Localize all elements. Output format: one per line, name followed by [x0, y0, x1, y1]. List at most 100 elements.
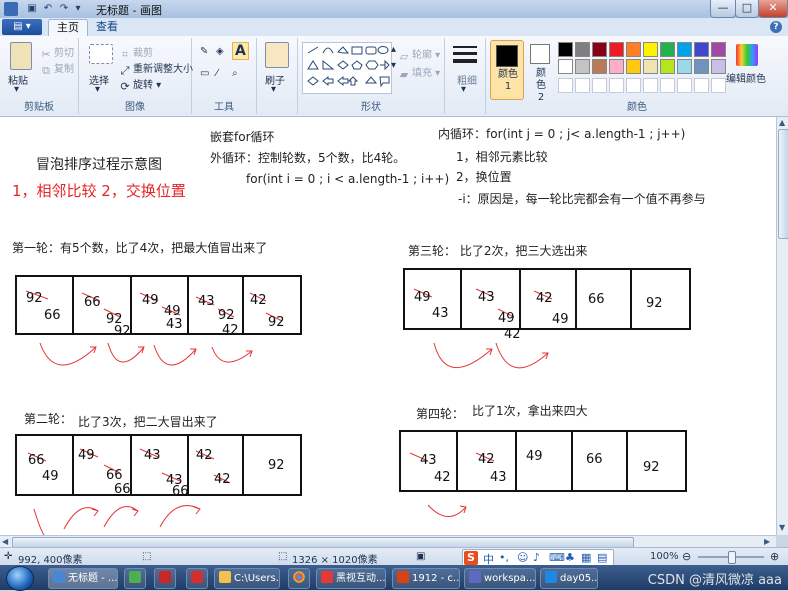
custom-color-swatch[interactable] [609, 78, 624, 93]
paste-icon[interactable] [10, 42, 32, 70]
tab-view[interactable]: 查看 [88, 19, 126, 36]
close-button[interactable]: ✕ [758, 0, 788, 18]
crop-button[interactable]: ⌗ 裁剪 [119, 44, 153, 61]
color2-swatch[interactable] [530, 44, 550, 64]
palette-color-swatch[interactable] [677, 42, 692, 57]
palette-color-swatch[interactable] [575, 42, 590, 57]
palette-color-swatch[interactable] [575, 59, 590, 74]
magnifier-icon[interactable]: ⌕ [232, 68, 238, 79]
taskbar-item-app1[interactable] [124, 568, 146, 589]
custom-color-swatch[interactable] [592, 78, 607, 93]
tab-home[interactable]: 主页 [48, 19, 88, 37]
zoom-slider-thumb[interactable] [728, 551, 736, 564]
taskbar-item-app3[interactable] [186, 568, 208, 589]
ime-skin-icon[interactable]: ♣ [565, 551, 575, 564]
undo-icon[interactable]: ↶ [42, 3, 54, 15]
brushes-dropdown-icon[interactable]: ▾ [271, 84, 276, 95]
paint-app-icon[interactable] [4, 2, 18, 16]
palette-color-swatch[interactable] [660, 59, 675, 74]
minimize-button[interactable]: — [710, 0, 736, 18]
palette-color-swatch[interactable] [643, 59, 658, 74]
custom-color-swatch[interactable] [643, 78, 658, 93]
size-line-icon[interactable] [453, 46, 477, 48]
palette-color-swatch[interactable] [694, 59, 709, 74]
size-button[interactable]: 粗细 [457, 72, 477, 87]
zoom-out-button[interactable]: ⊖ [682, 550, 691, 563]
fill-bucket-icon[interactable]: ◈ [216, 46, 224, 57]
ime-punctuation-icon[interactable]: •, [499, 551, 509, 564]
palette-color-swatch[interactable] [711, 59, 726, 74]
color1-button[interactable]: 颜色 1 [490, 40, 524, 100]
palette-color-swatch[interactable] [694, 42, 709, 57]
size-line-icon[interactable] [453, 59, 477, 63]
select-dropdown-icon[interactable]: ▾ [95, 84, 100, 95]
custom-color-swatch[interactable] [677, 78, 692, 93]
taskbar-item-1912[interactable]: 1912 - c... [392, 568, 460, 589]
cut-button[interactable]: ✂ 剪切 [40, 44, 74, 61]
palette-color-swatch[interactable] [626, 42, 641, 57]
custom-color-swatch[interactable] [626, 78, 641, 93]
custom-color-swatch[interactable] [694, 78, 709, 93]
taskbar-item-day05[interactable]: day05... [540, 568, 598, 589]
brush-icon[interactable] [265, 42, 289, 68]
ime-keyboard-icon[interactable]: ⌨ [549, 551, 565, 564]
taskbar-item-explorer[interactable]: C:\Users... [214, 568, 280, 589]
palette-color-swatch[interactable] [609, 42, 624, 57]
zoom-in-button[interactable]: ⊕ [770, 550, 779, 563]
scroll-left-icon[interactable]: ◀ [2, 537, 8, 546]
ime-toolbox-icon[interactable]: ▦ [581, 551, 591, 564]
select-icon[interactable] [89, 44, 113, 64]
taskbar-item-video[interactable]: 黑视互动... [316, 568, 386, 589]
size-dropdown-icon[interactable]: ▾ [461, 84, 466, 95]
paint-menu-button[interactable]: ▤ ▾ [2, 19, 42, 35]
custom-color-swatch[interactable] [575, 78, 590, 93]
quick-access-dropdown-icon[interactable]: ▾ [72, 3, 84, 15]
scroll-down-icon[interactable]: ▼ [779, 523, 785, 532]
rotate-button[interactable]: ⟳ 旋转 ▾ [119, 76, 161, 93]
vertical-scrollbar[interactable]: ▲ ▼ [776, 117, 788, 535]
edit-colors-button[interactable]: 编辑颜色 [726, 70, 766, 85]
shapes-gallery[interactable] [302, 42, 392, 94]
help-icon[interactable]: ? [770, 21, 782, 33]
palette-color-swatch[interactable] [558, 59, 573, 74]
taskbar-item-paint[interactable]: 无标题 - ... [48, 568, 118, 589]
outline-button[interactable]: ▱ 轮廓 ▾ [398, 46, 440, 63]
ime-settings-icon[interactable]: ▤ [597, 551, 607, 564]
text-tool-icon[interactable]: A [232, 42, 249, 60]
taskbar-item-chrome[interactable] [288, 568, 310, 589]
custom-color-swatch[interactable] [558, 78, 573, 93]
shapes-scroll-down-icon[interactable]: ▾ [391, 60, 396, 71]
taskbar-item-workspace[interactable]: workspa... [464, 568, 536, 589]
resize-button[interactable]: ⤢ 重新调整大小 [119, 60, 193, 77]
palette-color-swatch[interactable] [609, 59, 624, 74]
color-picker-icon[interactable]: ⁄ [216, 68, 218, 79]
scroll-right-icon[interactable]: ▶ [764, 537, 770, 546]
pencil-icon[interactable]: ✎ [200, 46, 208, 57]
custom-color-swatch[interactable] [711, 78, 726, 93]
zoom-slider[interactable] [698, 551, 764, 564]
vertical-scroll-thumb[interactable] [778, 129, 788, 239]
palette-color-swatch[interactable] [711, 42, 726, 57]
shapes-scroll-up-icon[interactable]: ▴ [391, 44, 396, 55]
taskbar-item-app2[interactable] [154, 568, 176, 589]
maximize-button[interactable]: □ [735, 0, 759, 18]
palette-color-swatch[interactable] [643, 42, 658, 57]
start-button[interactable] [6, 566, 34, 591]
eraser-icon[interactable]: ▭ [200, 68, 209, 79]
ime-emoji-icon[interactable]: ☺ [517, 551, 528, 564]
drawing-canvas[interactable]: 冒泡排序过程示意图 1，相邻比较 2，交换位置 嵌套for循环 外循环：控制轮数… [0, 117, 776, 535]
save-icon[interactable]: ▣ [26, 3, 38, 15]
redo-icon[interactable]: ↷ [58, 3, 70, 15]
size-line-icon[interactable] [453, 52, 477, 55]
copy-button[interactable]: ⧉ 复制 [40, 60, 74, 77]
palette-color-swatch[interactable] [660, 42, 675, 57]
ime-voice-icon[interactable]: ♪ [533, 551, 540, 564]
palette-color-swatch[interactable] [558, 42, 573, 57]
scroll-up-icon[interactable]: ▲ [779, 118, 785, 127]
palette-color-swatch[interactable] [626, 59, 641, 74]
palette-color-swatch[interactable] [592, 42, 607, 57]
palette-color-swatch[interactable] [677, 59, 692, 74]
palette-color-swatch[interactable] [592, 59, 607, 74]
fill-button[interactable]: ▰ 填充 ▾ [398, 64, 440, 81]
custom-color-swatch[interactable] [660, 78, 675, 93]
